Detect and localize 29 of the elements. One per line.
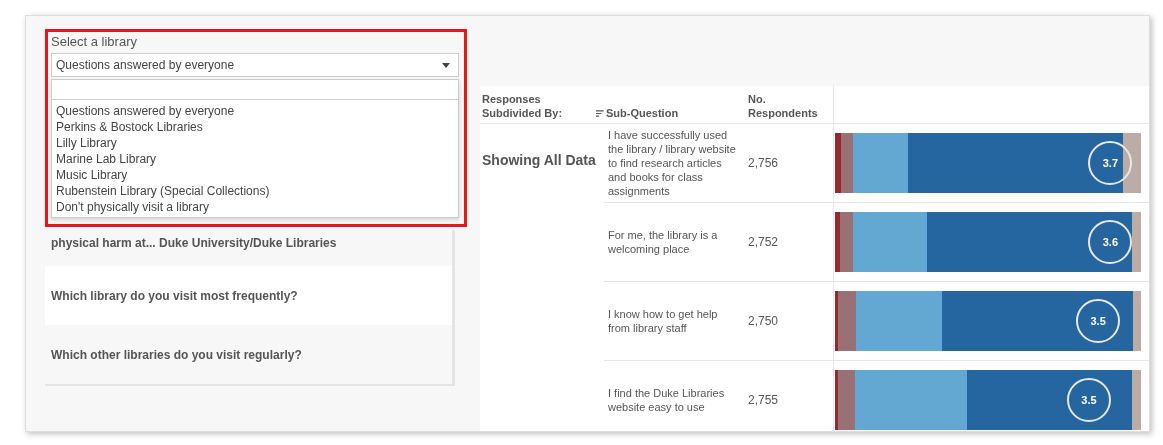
respondent-count: 2,756 (748, 156, 779, 170)
sub-question: I have successfully used the library / library website to find research articles and books for class assignments (608, 128, 737, 198)
respondent-count: 2,755 (748, 393, 779, 407)
mean-score: 3.6 (1088, 220, 1133, 264)
dropdown-option[interactable]: Questions answered by everyone (52, 103, 458, 119)
sub-question: For me, the library is a welcoming place (608, 228, 719, 256)
dropdown-option[interactable]: Don't physically visit a library (52, 199, 458, 215)
sub-question: I know how to get help from library staff (608, 307, 719, 335)
search-field[interactable] (52, 80, 458, 100)
mean-score: 3.7 (1088, 141, 1133, 185)
column-header: No. Respondents (747, 92, 819, 121)
dropdown-option[interactable]: Rubenstein Library (Special Collections) (52, 183, 458, 199)
dropdown-option[interactable]: Perkins & Bostock Libraries (52, 119, 458, 135)
dropdown-option[interactable]: Marine Lab Library (52, 151, 458, 167)
library-dropdown[interactable]: Questions answered by everyone (51, 53, 459, 77)
column-header: Responses Subdivided By: (480, 86, 604, 124)
question-row[interactable]: Which library do you visit most frequently? (45, 266, 455, 325)
sort-icon[interactable] (596, 109, 604, 118)
group-label: Showing All Data (482, 152, 596, 168)
caret-icon (442, 62, 450, 68)
respondent-count: 2,750 (748, 314, 779, 328)
mean-score: 3.5 (1066, 378, 1111, 422)
sub-question: I find the Duke Libraries website easy to use (608, 386, 726, 414)
column-header: Sub-Question (605, 106, 680, 121)
filter-label: Select a library (50, 33, 138, 51)
dropdown-option[interactable]: Music Library (52, 167, 458, 183)
mean-score: 3.5 (1076, 299, 1121, 343)
respondent-count: 2,752 (748, 235, 779, 249)
dropdown-option[interactable]: Lilly Library (52, 135, 458, 151)
